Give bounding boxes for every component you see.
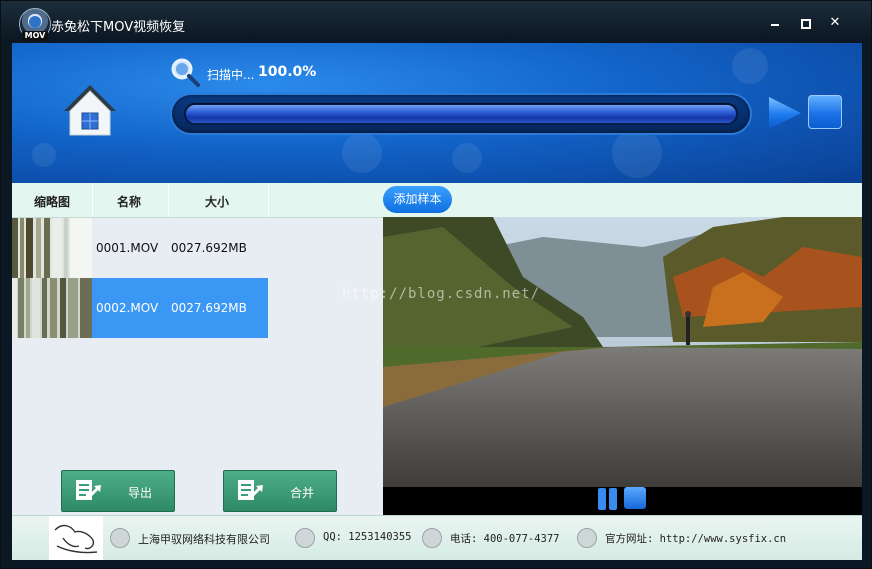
maximize-button[interactable] (797, 15, 813, 31)
video-thumbnail (12, 278, 92, 338)
add-sample-button[interactable]: 添加样本 (383, 186, 452, 213)
home-icon[interactable] (62, 83, 118, 141)
file-name: 0002.MOV (96, 301, 159, 315)
window-title: 赤兔松下MOV视频恢复 (51, 20, 186, 35)
qq-icon (295, 528, 315, 548)
phone-number: 电话: 400-077-4377 (450, 533, 560, 545)
file-row-selected[interactable]: 0002.MOV 0027.692MB (12, 278, 268, 338)
video-preview (383, 217, 862, 487)
company-logo (49, 516, 103, 560)
company-name: 上海甲驭网络科技有限公司 (138, 533, 270, 546)
column-thumbnail[interactable]: 缩略图 (34, 193, 70, 210)
search-icon (171, 58, 200, 87)
file-row[interactable]: 0001.MOV 0027.692MB (12, 218, 268, 278)
column-name[interactable]: 名称 (117, 193, 141, 210)
pause-button[interactable] (596, 487, 620, 511)
file-table-header: 缩略图 名称 大小 添加样本 (12, 183, 862, 218)
scan-header: 扫描中... 100.0% (12, 43, 862, 183)
qq-number: QQ: 1253140355 (323, 531, 412, 543)
preview-controls (383, 487, 862, 515)
export-icon (76, 480, 101, 500)
export-label: 导出 (128, 486, 153, 500)
merge-button[interactable]: 合并 (223, 470, 337, 512)
pause-icon (598, 488, 606, 510)
main-panel: 扫描中... 100.0% 缩略图 名称 大小 添加样本 0001.MOV 00… (12, 43, 862, 560)
footer-bar: 上海甲驭网络科技有限公司 QQ: 1253140355 电话: 400-077-… (12, 515, 862, 560)
minimize-button[interactable] (767, 15, 783, 31)
file-name: 0001.MOV (96, 241, 159, 255)
preview-stop-button[interactable] (624, 487, 646, 509)
merge-icon (238, 480, 263, 500)
app-window: MOV 赤兔松下MOV视频恢复 ✕ 扫描中... 100.0% 缩略图 名称 大… (0, 0, 872, 569)
stop-button[interactable] (808, 95, 842, 129)
export-button[interactable]: 导出 (61, 470, 175, 512)
scan-status-label: 扫描中... (207, 68, 255, 82)
scan-progress-bar (172, 95, 750, 133)
video-thumbnail (12, 218, 92, 278)
watermark-text: http://blog.csdn.net/ (342, 286, 541, 302)
app-logo-icon: MOV (19, 8, 51, 41)
play-icon (769, 97, 801, 129)
play-button[interactable] (767, 95, 803, 131)
file-size: 0027.692MB (171, 241, 247, 255)
app-logo-text: MOV (22, 31, 48, 41)
close-button[interactable]: ✕ (827, 15, 843, 31)
merge-label: 合并 (290, 486, 315, 500)
title-bar[interactable]: MOV 赤兔松下MOV视频恢复 ✕ (1, 1, 871, 43)
scan-percent: 100.0% (258, 64, 317, 80)
file-size: 0027.692MB (171, 301, 247, 315)
scan-progress-fill (186, 105, 736, 123)
website-link[interactable]: 官方网址: http://www.sysfix.cn (605, 531, 786, 546)
phone-icon (422, 528, 442, 548)
globe-icon (577, 528, 597, 548)
company-icon (110, 528, 130, 548)
file-list: 0001.MOV 0027.692MB 0002.MOV 0027.692MB … (12, 218, 382, 515)
column-size[interactable]: 大小 (205, 193, 229, 210)
